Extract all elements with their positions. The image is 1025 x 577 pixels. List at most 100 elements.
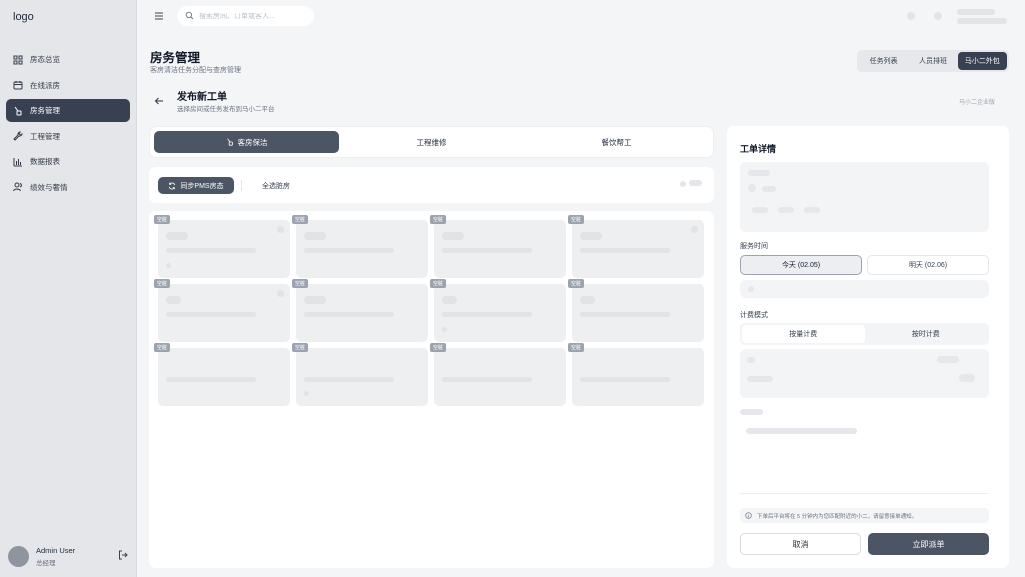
placeholder-line <box>937 356 959 363</box>
broom-icon <box>226 138 234 146</box>
room-info-placeholder <box>166 248 256 253</box>
broom-icon <box>13 106 23 116</box>
billing-mode-label: 计费模式 <box>740 312 768 319</box>
sidebar-item-room-overview[interactable]: 房态总览 <box>6 48 130 71</box>
avatar <box>8 545 29 567</box>
sync-pms-button[interactable]: 同步PMS房态 <box>158 177 234 194</box>
room-meta-placeholder <box>304 391 309 396</box>
tab-catering-helper[interactable]: 餐饮帮工 <box>524 131 709 153</box>
sidebar-item-label: 数据报表 <box>30 157 60 167</box>
room-check-placeholder <box>277 290 284 297</box>
sidebar-nav: 房态总览 在线派房 房务管理 工程管理 数据报表 绩效与奢情 <box>6 48 130 202</box>
sync-pms-label: 同步PMS房态 <box>180 182 224 190</box>
room-card[interactable]: 空脏 <box>292 343 428 406</box>
page-title: 房务管理 <box>150 51 201 65</box>
settings-icon[interactable] <box>934 12 942 20</box>
tab-staff-schedule[interactable]: 人员排班 <box>908 52 957 70</box>
room-meta-placeholder <box>442 327 447 332</box>
status-badge: 空脏 <box>154 343 171 352</box>
dispatch-now-button[interactable]: 立即派单 <box>868 533 989 555</box>
status-badge: 空脏 <box>154 215 171 224</box>
company-label: 马小二企业版 <box>959 100 996 106</box>
tab-engineering-repair[interactable]: 工程维修 <box>339 131 524 153</box>
select-all-dirty-button[interactable]: 全选脏房 <box>262 181 290 191</box>
placeholder-line <box>748 170 770 176</box>
selected-rooms-placeholder <box>740 162 989 232</box>
legend-toggle[interactable] <box>689 180 702 186</box>
room-card[interactable]: 空脏 <box>430 343 566 406</box>
divider <box>241 180 242 191</box>
legend-dot <box>680 181 686 187</box>
user-profile[interactable]: Admin User 总经理 <box>8 545 130 567</box>
room-card[interactable]: 空脏 <box>430 279 566 342</box>
room-card[interactable]: 空脏 <box>568 343 704 406</box>
menu-icon[interactable] <box>154 11 164 21</box>
divider <box>740 493 989 494</box>
notification-icon[interactable] <box>907 12 915 20</box>
back-arrow-icon[interactable] <box>154 96 164 106</box>
status-badge: 空脏 <box>568 279 585 288</box>
calendar-icon <box>13 80 23 90</box>
logout-icon[interactable] <box>118 550 128 560</box>
room-card[interactable]: 空脏 <box>568 279 704 342</box>
room-info-placeholder <box>304 312 394 317</box>
placeholder-line <box>762 186 776 192</box>
sidebar-item-dispatch[interactable]: 在线派房 <box>6 74 130 97</box>
sidebar-item-reports[interactable]: 数据报表 <box>6 150 130 173</box>
cancel-button[interactable]: 取消 <box>740 533 861 555</box>
order-description: 选择房间或任务发布到马小二平台 <box>177 106 275 113</box>
tomorrow-button[interactable]: 明天 (02.06) <box>867 255 989 275</box>
room-card[interactable]: 空脏 <box>430 215 566 278</box>
sidebar-item-engineering[interactable]: 工程管理 <box>6 125 130 148</box>
category-tabs: 客房保洁 工程维修 餐饮帮工 <box>149 126 714 158</box>
tab-label: 客房保洁 <box>237 137 268 147</box>
sidebar-item-label: 在线派房 <box>30 80 60 90</box>
room-info-placeholder <box>166 312 256 317</box>
placeholder-dot <box>748 286 754 292</box>
tab-room-cleaning[interactable]: 客房保洁 <box>154 131 339 153</box>
room-card[interactable]: 空脏 <box>292 279 428 342</box>
room-number-placeholder <box>166 296 181 304</box>
placeholder-chip <box>778 207 794 213</box>
room-number-placeholder <box>442 232 464 240</box>
search-input[interactable] <box>199 12 309 20</box>
status-badge: 空脏 <box>430 215 447 224</box>
room-number-placeholder <box>580 296 595 304</box>
status-badge: 空脏 <box>292 279 309 288</box>
info-icon <box>745 512 752 519</box>
room-info-placeholder <box>442 248 532 253</box>
sidebar: logo 房态总览 在线派房 房务管理 工程管理 数据报表 绩效与奢情 Admi… <box>0 0 137 577</box>
topbar <box>137 0 1025 34</box>
order-detail-panel: 工单详情 服务时间 今天 (02.05) 明天 (02.06) 计费模式 按量计… <box>727 126 1009 568</box>
sidebar-item-label: 房务管理 <box>30 106 60 116</box>
search-box[interactable] <box>177 6 314 26</box>
refresh-icon <box>169 182 176 189</box>
room-card[interactable]: 空脏 <box>154 215 290 278</box>
room-info-placeholder <box>166 377 256 382</box>
placeholder-line <box>959 374 975 382</box>
today-button[interactable]: 今天 (02.05) <box>740 255 862 275</box>
filter-bar: 同步PMS房态 全选脏房 <box>149 167 714 203</box>
status-badge: 空脏 <box>292 215 309 224</box>
placeholder-line <box>747 357 755 363</box>
users-icon <box>13 182 23 192</box>
room-number-placeholder <box>580 232 602 240</box>
billing-by-quantity[interactable]: 按量计费 <box>742 325 865 343</box>
room-card[interactable]: 空脏 <box>154 279 290 342</box>
room-card[interactable]: 空脏 <box>568 215 704 278</box>
room-card[interactable]: 空脏 <box>154 343 290 406</box>
page-tabs: 任务列表 人员排班 马小二外包 <box>857 50 1009 72</box>
status-badge: 空脏 <box>430 343 447 352</box>
status-badge: 空脏 <box>292 343 309 352</box>
billing-tabs: 按量计费 按时计费 <box>740 323 989 345</box>
sidebar-item-housekeeping[interactable]: 房务管理 <box>6 99 130 123</box>
room-card[interactable]: 空脏 <box>292 215 428 278</box>
tab-outsourcing[interactable]: 马小二外包 <box>957 52 1007 70</box>
placeholder-dot <box>748 184 756 192</box>
billing-by-time[interactable]: 按时计费 <box>865 325 988 343</box>
sidebar-item-performance[interactable]: 绩效与奢情 <box>6 176 130 199</box>
detail-title: 工单详情 <box>740 144 777 154</box>
tab-task-list[interactable]: 任务列表 <box>859 52 908 70</box>
sidebar-item-label: 房态总览 <box>30 55 60 64</box>
status-badge: 空脏 <box>568 215 585 224</box>
